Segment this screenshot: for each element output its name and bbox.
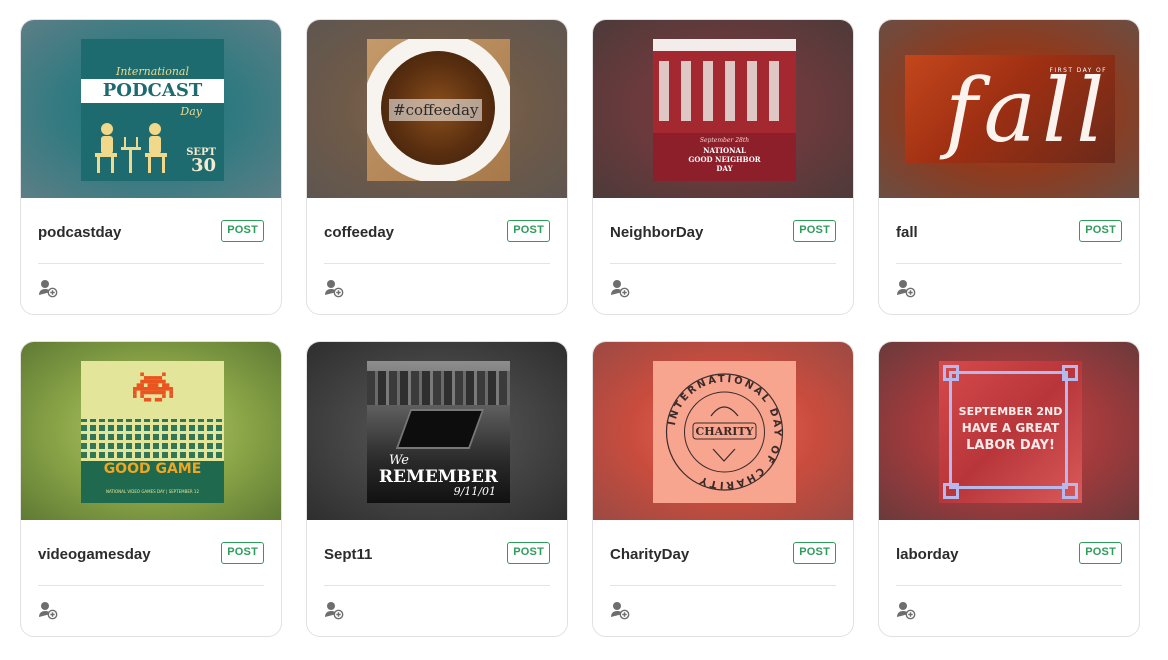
post-image: GOOD GAME NATIONAL VIDEO GAMES DAY | SEP… (81, 361, 224, 503)
card-title[interactable]: NeighborDay (610, 224, 703, 241)
post-badge: POST (1079, 220, 1122, 242)
thumbnail[interactable]: INTERNATIONAL DAY OF CHARITY CHARITY (593, 342, 853, 520)
thumbnail[interactable]: International PODCAST Day SEPT 30 (21, 20, 281, 198)
post-badge: POST (793, 542, 836, 564)
divider (324, 585, 550, 586)
card-sept11[interactable]: We REMEMBER 9/11/01 Sept11 POST (306, 341, 568, 637)
corner-ornament (943, 483, 959, 499)
building-windows (659, 61, 790, 121)
card-coffeeday[interactable]: #coffeeday coffeeday POST (306, 19, 568, 315)
art-line: NATIONAL (703, 146, 746, 155)
add-user-icon[interactable] (324, 600, 344, 620)
add-user-icon[interactable] (38, 600, 58, 620)
card-title[interactable]: CharityDay (610, 546, 689, 563)
post-badge: POST (1079, 542, 1122, 564)
art-line: September 28th (699, 137, 750, 144)
post-image: September 28th NATIONAL GOOD NEIGHBOR DA… (653, 39, 796, 181)
thumbnail[interactable]: #coffeeday (307, 20, 567, 198)
post-badge: POST (507, 542, 550, 564)
thumbnail[interactable]: We REMEMBER 9/11/01 (307, 342, 567, 520)
card-podcastday[interactable]: International PODCAST Day SEPT 30 podcas… (20, 19, 282, 315)
campaign-grid: International PODCAST Day SEPT 30 podcas… (0, 0, 1168, 660)
add-user-icon[interactable] (38, 278, 58, 298)
art-big-text: fall (945, 59, 1111, 162)
art-line: 9/11/01 (453, 485, 496, 498)
divider (610, 263, 836, 264)
divider (38, 585, 264, 586)
art-tag: #coffeeday (389, 99, 483, 121)
podcast-figures-icon (95, 123, 167, 173)
thumbnail[interactable]: FIRST DAY OF fall (879, 20, 1139, 198)
card-title[interactable]: laborday (896, 546, 959, 563)
thumbnail[interactable]: September 28th NATIONAL GOOD NEIGHBOR DA… (593, 20, 853, 198)
card-title[interactable]: Sept11 (324, 546, 372, 563)
card-laborday[interactable]: SEPTEMBER 2ND HAVE A GREAT LABOR DAY! la… (878, 341, 1140, 637)
card-title[interactable]: fall (896, 224, 918, 241)
post-badge: POST (221, 220, 264, 242)
divider (896, 585, 1122, 586)
post-badge: POST (221, 542, 264, 564)
city-skyline (367, 371, 510, 405)
divider (38, 263, 264, 264)
add-user-icon[interactable] (896, 600, 916, 620)
card-fall[interactable]: FIRST DAY OF fall fall POST (878, 19, 1140, 315)
art-heading: GOOD GAME (103, 461, 202, 477)
space-invader-icon (133, 372, 173, 402)
post-image: #coffeeday (367, 39, 510, 181)
post-badge: POST (793, 220, 836, 242)
card-title[interactable]: coffeeday (324, 224, 394, 241)
post-badge: POST (507, 220, 550, 242)
art-line: DAY (716, 164, 733, 173)
divider (324, 263, 550, 264)
art-line: Day (180, 105, 202, 118)
add-user-icon[interactable] (610, 278, 630, 298)
thumbnail[interactable]: SEPTEMBER 2ND HAVE A GREAT LABOR DAY! (879, 342, 1139, 520)
add-user-icon[interactable] (324, 278, 344, 298)
card-neighborday[interactable]: September 28th NATIONAL GOOD NEIGHBOR DA… (592, 19, 854, 315)
post-image: FIRST DAY OF fall (905, 55, 1115, 163)
art-line: International (116, 65, 189, 78)
post-image: International PODCAST Day SEPT 30 (81, 39, 224, 181)
post-image: SEPTEMBER 2ND HAVE A GREAT LABOR DAY! (939, 361, 1082, 503)
art-date: 30 (190, 155, 216, 176)
card-charityday[interactable]: INTERNATIONAL DAY OF CHARITY CHARITY Cha… (592, 341, 854, 637)
memorial-pool (395, 409, 485, 449)
thumbnail[interactable]: GOOD GAME NATIONAL VIDEO GAMES DAY | SEP… (21, 342, 281, 520)
art-line: NATIONAL VIDEO GAMES DAY | SEPTEMBER 12 (105, 489, 200, 494)
charity-seal-icon: INTERNATIONAL DAY OF CHARITY CHARITY (665, 373, 784, 491)
post-image: INTERNATIONAL DAY OF CHARITY CHARITY (653, 361, 796, 503)
seal-center-text: CHARITY (695, 425, 753, 438)
corner-ornament (943, 365, 959, 381)
card-title[interactable]: videogamesday (38, 546, 151, 563)
art-line: HAVE A GREAT (961, 421, 1060, 435)
art-line: GOOD NEIGHBOR (688, 155, 761, 164)
art-heading: PODCAST (81, 79, 224, 103)
card-videogamesday[interactable]: GOOD GAME NATIONAL VIDEO GAMES DAY | SEP… (20, 341, 282, 637)
divider (610, 585, 836, 586)
corner-ornament (1062, 365, 1078, 381)
art-heading: REMEMBER (378, 467, 499, 487)
card-title[interactable]: podcastday (38, 224, 121, 241)
add-user-icon[interactable] (610, 600, 630, 620)
corner-ornament (1062, 483, 1078, 499)
art-line: We (389, 453, 409, 468)
add-user-icon[interactable] (896, 278, 916, 298)
post-image: We REMEMBER 9/11/01 (367, 361, 510, 503)
art-line: LABOR DAY! (966, 438, 1055, 453)
art-line: SEPTEMBER 2ND (958, 405, 1063, 418)
divider (896, 263, 1122, 264)
